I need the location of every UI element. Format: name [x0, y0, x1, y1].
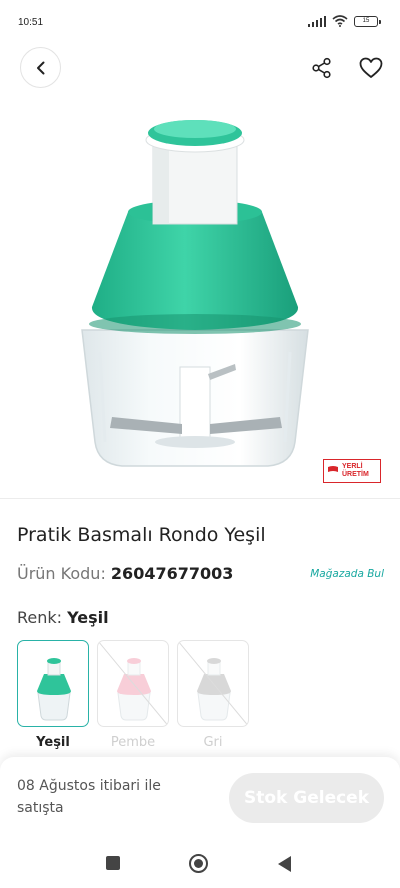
local-production-badge: YERLİ ÜRETİM [323, 459, 381, 483]
availability-text: 08 Ağustos itibari ile satışta [17, 778, 161, 816]
recents-square-icon[interactable] [106, 856, 120, 870]
color-label: Renk: [17, 608, 63, 627]
variant-swatch-pink[interactable] [97, 640, 169, 727]
heart-outline-icon [359, 57, 383, 78]
stock-coming-button[interactable]: Stok Gelecek [229, 773, 384, 823]
variant-thumb-pink [98, 641, 168, 726]
share-icon [312, 57, 331, 79]
variant-swatch-gray[interactable] [177, 640, 249, 727]
product-title: Pratik Basmalı Rondo Yeşil [17, 524, 266, 546]
product-code-value: 26047677003 [110, 564, 234, 583]
variant-swatch-green[interactable] [17, 640, 89, 727]
variant-thumb-gray [178, 641, 248, 726]
status-bar: 10:51 15 [0, 0, 400, 40]
wifi-icon [332, 15, 348, 27]
product-image [81, 120, 309, 467]
variant-label-pink: Pembe [110, 735, 156, 750]
variant-label-green: Yeşil [36, 735, 70, 750]
hand-flag-icon [324, 460, 342, 482]
home-circle-icon[interactable] [189, 854, 208, 873]
color-value: Yeşil [67, 608, 109, 627]
battery-level: 15 [362, 18, 370, 24]
variant-thumb-green [37, 658, 71, 721]
system-nav-bar [0, 845, 400, 888]
product-code-row: Ürün Kodu: 26047677003 [17, 564, 233, 583]
chevron-left-icon [36, 61, 44, 74]
product-code-label: Ürün Kodu: [17, 564, 106, 583]
badge-line-1: YERLİ [342, 463, 363, 470]
variant-label-gray: Gri [203, 735, 223, 750]
signal-icon [307, 15, 326, 27]
share-button[interactable] [309, 55, 335, 81]
battery-icon: 15 [354, 15, 381, 27]
favorite-button[interactable] [358, 55, 384, 81]
status-icons: 15 [307, 15, 381, 27]
badge-line-2: ÜRETİM [342, 471, 369, 478]
color-row: Renk: Yeşil [17, 608, 109, 627]
back-triangle-icon[interactable] [278, 856, 291, 872]
status-time: 10:51 [18, 17, 44, 28]
find-in-store-link[interactable]: Mağazada Bul [310, 568, 384, 580]
back-button[interactable] [20, 47, 61, 88]
divider [0, 498, 400, 499]
